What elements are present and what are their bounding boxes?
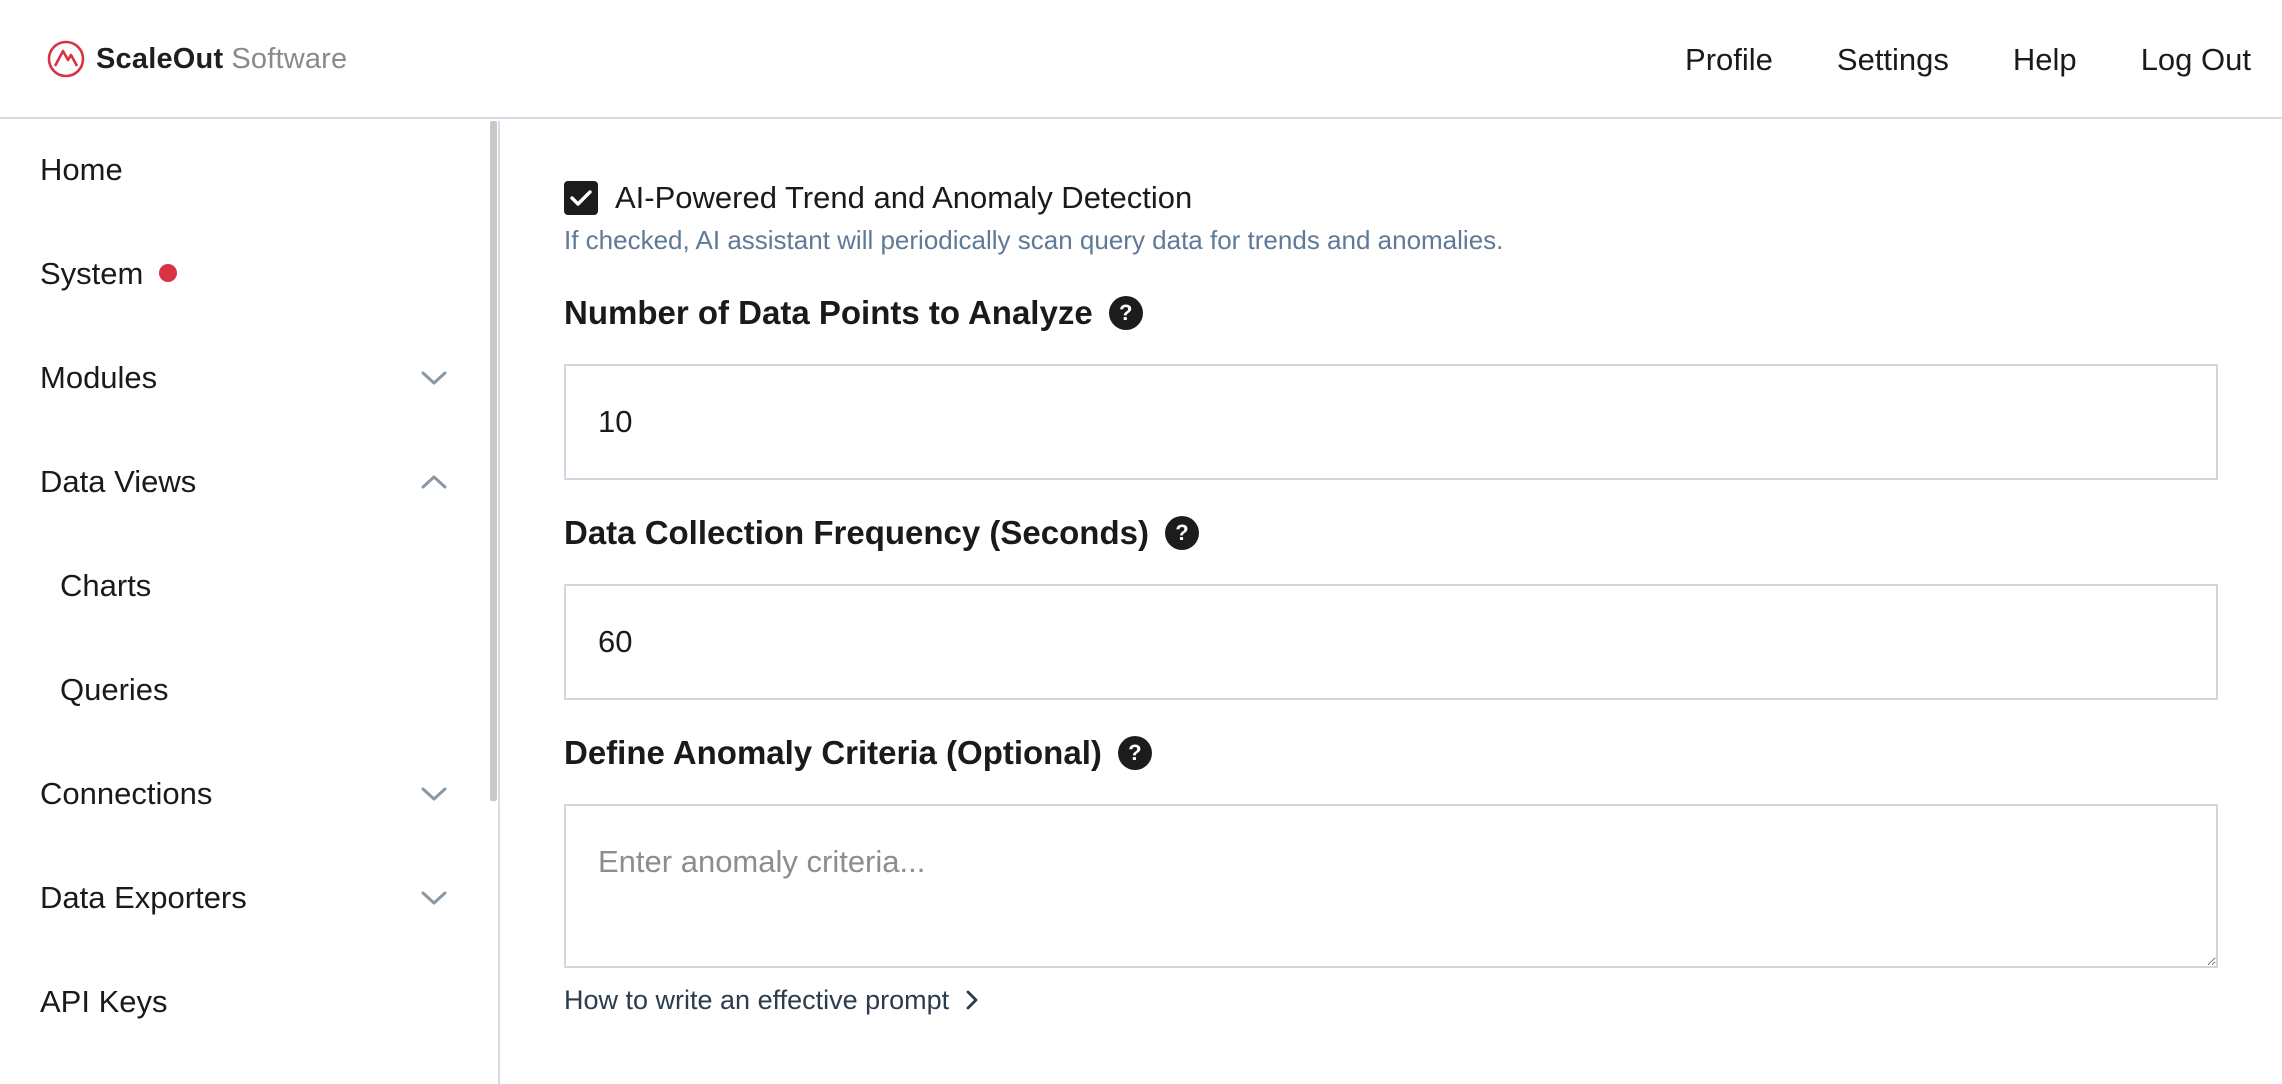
sidebar-item-home[interactable]: Home (0, 140, 480, 200)
sidebar-scrollbar[interactable] (490, 121, 497, 801)
topnav-settings[interactable]: Settings (1837, 42, 1949, 78)
sidebar-item-label: Modules (40, 360, 158, 395)
sidebar-item-label: Home (40, 152, 123, 187)
app-header: ScaleOut Software Profile Settings Help … (0, 0, 2282, 119)
chevron-up-icon (421, 475, 447, 489)
checkmark-icon (570, 190, 592, 206)
sidebar-item-modules[interactable]: Modules (0, 348, 480, 408)
sidebar-item-label: Charts (60, 568, 152, 603)
sidebar-item-label: Queries (60, 672, 169, 707)
sidebar-item-connections[interactable]: Connections (0, 764, 480, 824)
brand-name: ScaleOut (96, 42, 224, 75)
sidebar-item-charts[interactable]: Charts (0, 556, 480, 616)
anomaly-criteria-label: Define Anomaly Criteria (Optional) ? (564, 731, 1152, 775)
sidebar-item-label: API Keys (40, 984, 168, 1019)
topnav-profile[interactable]: Profile (1685, 42, 1773, 78)
topnav-logout[interactable]: Log Out (2141, 42, 2251, 78)
sidebar-item-data-views[interactable]: Data Views (0, 452, 480, 512)
ai-detection-row: AI-Powered Trend and Anomaly Detection (564, 178, 1192, 218)
chevron-right-icon (966, 990, 978, 1010)
chevron-down-icon (421, 371, 447, 385)
chevron-down-icon (421, 787, 447, 801)
brand-subtitle: Software (231, 42, 348, 75)
anomaly-criteria-label-text: Define Anomaly Criteria (Optional) (564, 734, 1102, 771)
brand[interactable]: ScaleOut Software (46, 37, 347, 81)
topnav-help[interactable]: Help (2013, 42, 2077, 78)
frequency-label-text: Data Collection Frequency (Seconds) (564, 514, 1149, 551)
ai-detection-label[interactable]: AI-Powered Trend and Anomaly Detection (615, 180, 1192, 216)
sidebar-item-system[interactable]: System (0, 244, 480, 304)
ai-detection-helper-text: If checked, AI assistant will periodical… (564, 225, 1504, 255)
sidebar-item-api-keys[interactable]: API Keys (0, 972, 480, 1032)
sidebar: Home System Modules Data Views Charts Qu… (0, 121, 500, 1084)
frequency-input[interactable] (564, 584, 2218, 700)
data-points-label: Number of Data Points to Analyze ? (564, 291, 1143, 335)
scaleout-logo-icon (47, 40, 85, 78)
help-icon[interactable]: ? (1108, 296, 1143, 330)
effective-prompt-link-text: How to write an effective prompt (564, 984, 950, 1015)
alert-status-dot (159, 264, 178, 282)
help-icon[interactable]: ? (1117, 736, 1152, 770)
sidebar-item-label: Connections (40, 776, 213, 811)
anomaly-criteria-textarea[interactable] (564, 804, 2218, 968)
settings-form: AI-Powered Trend and Anomaly Detection I… (564, 121, 2218, 1084)
help-icon[interactable]: ? (1164, 516, 1199, 550)
effective-prompt-link[interactable]: How to write an effective prompt (564, 982, 979, 1018)
sidebar-item-data-exporters[interactable]: Data Exporters (0, 868, 480, 928)
data-points-input[interactable] (564, 364, 2218, 480)
sidebar-item-label: System (40, 256, 144, 291)
data-points-label-text: Number of Data Points to Analyze (564, 294, 1093, 331)
sidebar-item-label: Data Views (40, 464, 197, 499)
chevron-down-icon (421, 891, 447, 905)
ai-detection-checkbox[interactable] (564, 181, 598, 215)
frequency-label: Data Collection Frequency (Seconds) ? (564, 511, 1199, 555)
sidebar-item-queries[interactable]: Queries (0, 660, 480, 720)
top-navigation: Profile Settings Help Log Out (1621, 38, 2251, 82)
sidebar-item-label: Data Exporters (40, 880, 247, 915)
